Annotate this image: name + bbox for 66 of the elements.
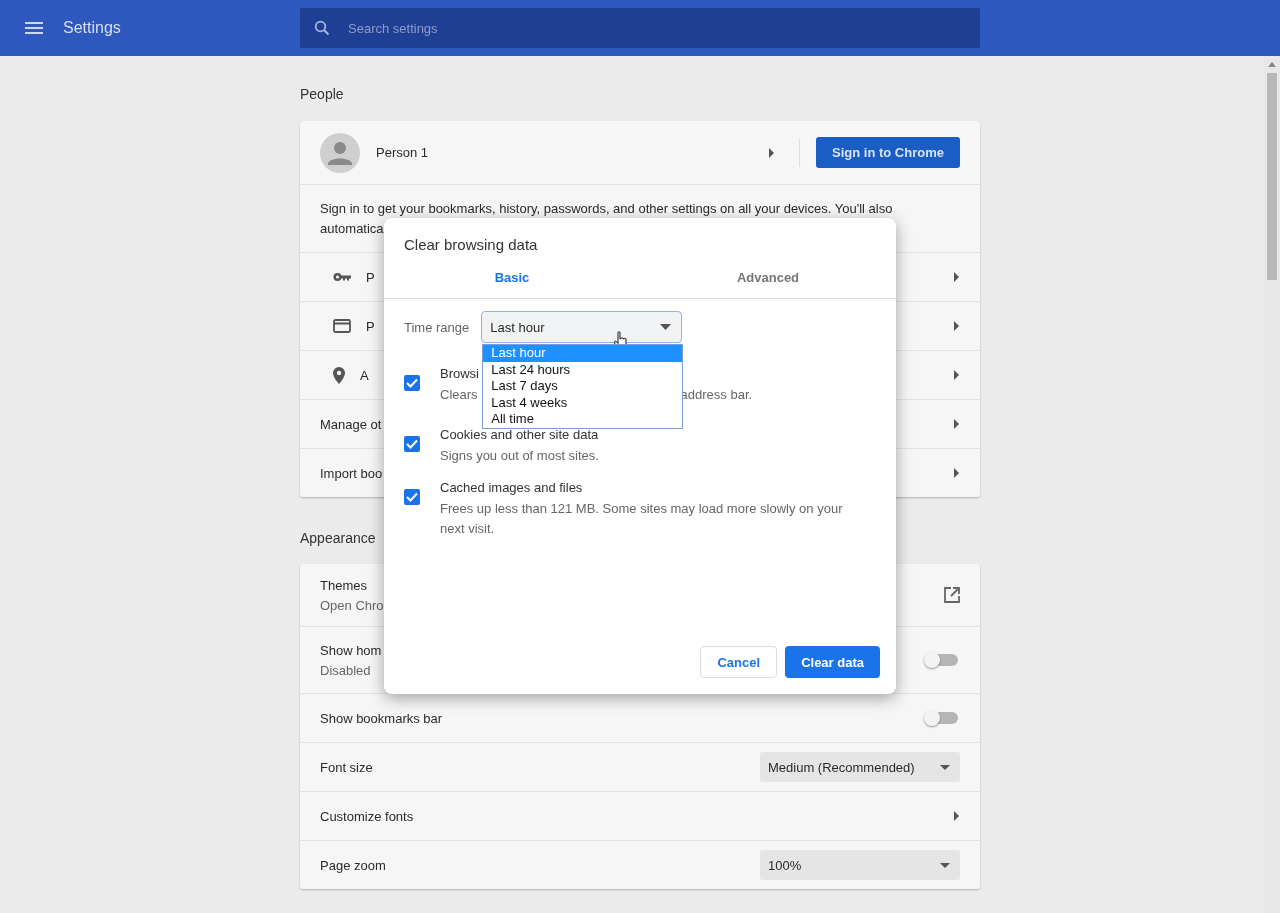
dropdown-option[interactable]: All time: [483, 411, 683, 428]
caret-icon: [940, 862, 950, 868]
arrow-icon[interactable]: [954, 419, 960, 429]
section-heading: Appearance: [300, 530, 377, 546]
dropdown[interactable]: 100%: [760, 850, 960, 880]
option-description: Frees up less than 121 MB. Some sites may load more slowly on your next visit.: [440, 500, 844, 538]
cancel-button[interactable]: Cancel: [700, 646, 778, 678]
checkbox[interactable]: [404, 436, 420, 452]
search-icon: [314, 20, 330, 36]
scrollbar-thumb[interactable]: [1267, 73, 1277, 280]
time-range-dropdown[interactable]: Last hour: [481, 311, 683, 343]
scroll-up-icon[interactable]: [1268, 62, 1276, 67]
dropdown[interactable]: Medium (Recommended): [760, 752, 960, 782]
section-heading: People: [300, 86, 345, 102]
setting-label: A: [360, 367, 369, 383]
arrow-icon[interactable]: [954, 468, 960, 478]
clear-data-button[interactable]: Clear data: [785, 646, 880, 678]
search-field[interactable]: Search settings: [300, 8, 980, 48]
option-title: Browsi: [440, 366, 479, 381]
setting-label: Customize fonts: [320, 808, 414, 824]
arrow-icon[interactable]: [954, 370, 960, 380]
scrollbar[interactable]: [1264, 56, 1280, 913]
field-label: Time range: [404, 319, 470, 335]
toggle-switch[interactable]: [926, 712, 958, 724]
setting-label: Font size: [320, 759, 373, 775]
credit-card-icon: [333, 319, 351, 333]
page-title: Settings: [63, 19, 121, 37]
sign-in-text: Sign in to get your bookmarks, history, passwords, and other settings on all your devices. You'll also: [320, 200, 894, 218]
setting-label: Show bookmarks bar: [320, 710, 443, 726]
setting-label: P: [366, 269, 375, 285]
external-link-icon[interactable]: [944, 587, 960, 603]
dropdown-option[interactable]: Last 7 days: [483, 378, 683, 395]
setting-description: Open Chro: [320, 597, 384, 613]
arrow-icon[interactable]: [954, 321, 960, 331]
menu-icon[interactable]: [25, 22, 43, 34]
setting-label: Themes: [320, 577, 367, 593]
setting-description: Disabled: [320, 662, 371, 678]
arrow-icon[interactable]: [769, 147, 776, 158]
option-description: Clears: [440, 386, 478, 404]
sign-in-text: automatica: [320, 220, 385, 238]
tab[interactable]: Basic: [384, 270, 640, 298]
option-title: Cached images and files: [440, 480, 583, 495]
key-icon: [333, 272, 351, 282]
checkbox[interactable]: [404, 375, 420, 391]
search-input[interactable]: Search settings: [346, 19, 980, 37]
setting-label: P: [366, 318, 375, 334]
location-pin-icon: [333, 366, 345, 384]
option-description: Signs you out of most sites.: [440, 447, 599, 465]
dropdown-option[interactable]: Last 24 hours: [483, 361, 683, 379]
caret-icon: [940, 764, 950, 770]
toggle-switch[interactable]: [926, 654, 958, 666]
dialog-title: Clear browsing data: [403, 235, 539, 253]
caret-icon: [660, 324, 672, 330]
checkbox[interactable]: [404, 489, 420, 505]
arrow-icon[interactable]: [954, 811, 960, 821]
setting-label: Import boo: [320, 465, 383, 481]
profile-name: Person 1: [376, 145, 430, 160]
avatar-icon: [320, 132, 360, 173]
setting-label: Page zoom: [320, 857, 386, 873]
tab[interactable]: Advanced: [640, 270, 896, 298]
setting-label: Show hom: [320, 642, 382, 658]
dropdown-option[interactable]: Last 4 weeks: [483, 394, 683, 412]
setting-label: Manage ot: [320, 416, 382, 432]
arrow-icon[interactable]: [954, 272, 960, 282]
sign-in-button[interactable]: Sign in to Chrome: [816, 137, 960, 168]
option-title: Cookies and other site data: [440, 427, 599, 442]
